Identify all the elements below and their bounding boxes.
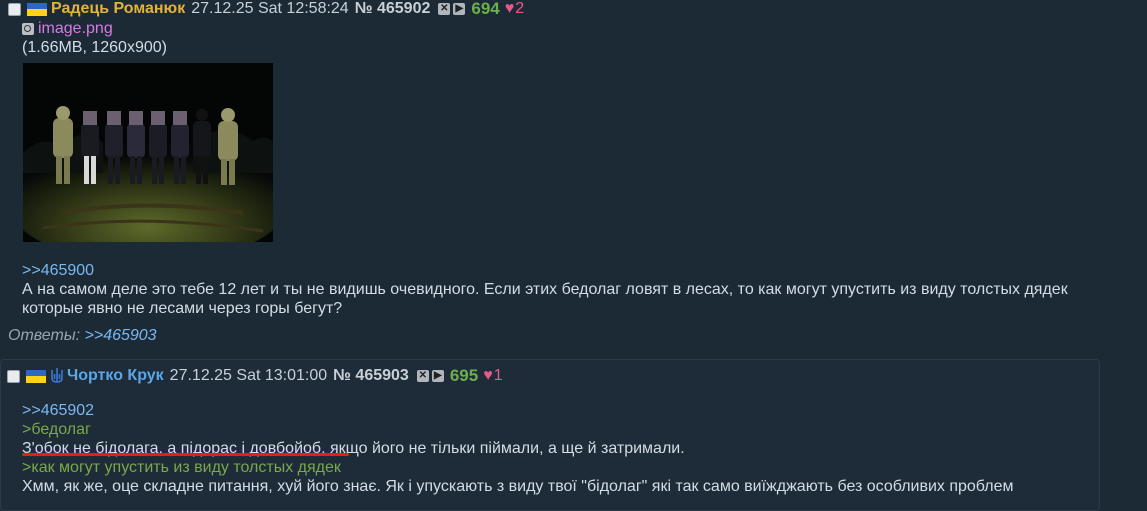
reply-link[interactable]: >>465902 bbox=[22, 401, 1013, 420]
post-text-line: Хмм, як же, оце складне питання, хуй йог… bbox=[22, 478, 1014, 495]
answers-label: Ответы: bbox=[8, 327, 81, 344]
file-name[interactable]: image.png bbox=[38, 19, 113, 38]
red-underline-annotation bbox=[22, 453, 349, 456]
post-header: Радець Романюк 27.12.25 Sat 12:58:24 № 4… bbox=[8, 0, 524, 18]
post-465902: Радець Романюк 27.12.25 Sat 12:58:24 № 4… bbox=[0, 0, 1147, 350]
magnifier-icon[interactable] bbox=[22, 22, 34, 35]
play-icon[interactable]: ▶ bbox=[453, 3, 466, 15]
like-count: 1 bbox=[493, 367, 503, 384]
file-info: image.png (1.66MB, 1260x900) bbox=[22, 19, 167, 57]
post-datetime: 27.12.25 Sat 13:01:00 bbox=[169, 367, 328, 384]
like-count: 2 bbox=[515, 0, 525, 17]
greentext-quote: >бедолаг bbox=[22, 421, 91, 438]
select-checkbox[interactable] bbox=[8, 2, 21, 16]
hide-icon[interactable]: ✕ bbox=[416, 370, 429, 382]
greentext-quote: >как могут упустить из виду толстых дяде… bbox=[22, 459, 341, 476]
file-link[interactable]: image.png bbox=[22, 19, 167, 38]
ukraine-flag-icon bbox=[26, 369, 46, 383]
poster-name: Чортко Крук bbox=[67, 367, 164, 384]
heart-icon: ♥ bbox=[504, 0, 515, 17]
trident-icon bbox=[50, 367, 64, 385]
post-header: Чортко Крук 27.12.25 Sat 13:01:00 № 4659… bbox=[7, 366, 503, 386]
post-text-line: А на самом деле это тебе 12 лет и ты не … bbox=[22, 281, 1068, 298]
like-button[interactable]: ♥ 2 bbox=[505, 0, 524, 18]
heart-icon: ♥ bbox=[483, 367, 493, 384]
post-body: >>465902 >бедолаг З'обок не бідолага, а … bbox=[22, 401, 1013, 496]
post-text-line: которые явно не лесами через горы бегут? bbox=[22, 300, 343, 317]
poster-name: Радець Романюк bbox=[51, 0, 186, 17]
post-count: 694 bbox=[471, 0, 500, 18]
reply-link[interactable]: >>465900 bbox=[22, 261, 1068, 280]
post-body: >>465900 А на самом деле это тебе 12 лет… bbox=[22, 261, 1068, 318]
like-button[interactable]: ♥ 1 bbox=[483, 367, 502, 385]
play-icon[interactable]: ▶ bbox=[431, 370, 444, 382]
post-datetime: 27.12.25 Sat 12:58:24 bbox=[191, 0, 349, 17]
post-count: 695 bbox=[449, 366, 479, 385]
answers-link[interactable]: >>465903 bbox=[85, 327, 157, 344]
post-number[interactable]: № 465902 bbox=[355, 0, 431, 18]
post-number[interactable]: № 465903 bbox=[333, 367, 409, 385]
ukraine-flag-icon bbox=[27, 2, 47, 16]
hide-icon[interactable]: ✕ bbox=[438, 3, 451, 15]
answers: Ответы: >>465903 bbox=[8, 327, 157, 345]
image-thumbnail[interactable] bbox=[23, 63, 273, 242]
select-checkbox[interactable] bbox=[7, 369, 20, 383]
file-meta: (1.66MB, 1260x900) bbox=[22, 39, 167, 56]
